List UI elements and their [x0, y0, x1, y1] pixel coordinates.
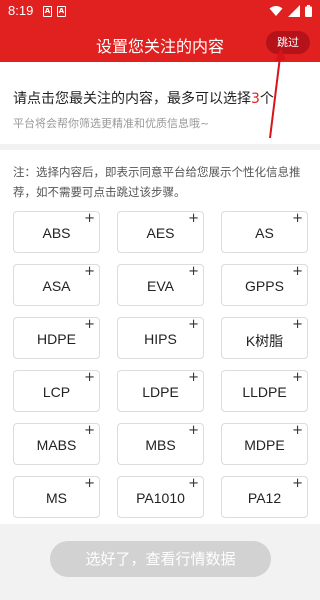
topic-chip[interactable]: EVA + — [117, 264, 204, 306]
topic-chip-label: K树脂 — [245, 333, 284, 349]
topic-chip[interactable]: LLDPE + — [221, 370, 308, 412]
plus-icon: + — [188, 264, 199, 279]
topic-chip-label: LLDPE — [242, 384, 287, 400]
topic-chip-label: HDPE — [37, 331, 76, 347]
app-header: 设置您关注的内容 跳过 — [0, 24, 320, 62]
status-time: 8:19 — [8, 3, 34, 18]
plus-icon: + — [84, 317, 95, 332]
topic-chip-label: MDPE — [244, 437, 285, 453]
plus-icon: + — [292, 370, 303, 385]
wifi-icon — [269, 6, 283, 16]
topic-chip-label: GPPS — [245, 278, 284, 294]
topic-chip-label: HIPS — [144, 331, 177, 347]
plus-icon: + — [84, 264, 95, 279]
intro-panel: 请点击您最关注的内容，最多可以选择3个 平台将会帮你筛选更精准和优质信息哦~ — [0, 62, 320, 144]
topic-chip[interactable]: AES + — [117, 211, 204, 253]
topic-chip[interactable]: MS + — [13, 476, 100, 518]
headline-prefix: 请点击您最关注的内容，最多可以选择 — [13, 91, 251, 107]
topic-chip[interactable]: HIPS + — [117, 317, 204, 359]
topic-chip-label: EVA — [147, 278, 174, 294]
notification-icon: A — [43, 6, 52, 17]
plus-icon: + — [84, 211, 95, 226]
plus-icon: + — [188, 317, 199, 332]
topic-chip-label: AS — [255, 225, 274, 241]
topic-chip-label: ASA — [42, 278, 71, 294]
plus-icon: + — [188, 211, 199, 226]
topic-chip-label: MBS — [145, 437, 176, 453]
topic-chip[interactable]: MABS + — [13, 423, 100, 465]
plus-icon: + — [292, 211, 303, 226]
topic-chip[interactable]: MDPE + — [221, 423, 308, 465]
topic-chip[interactable]: LDPE + — [117, 370, 204, 412]
notification-icon: A — [57, 6, 66, 17]
topic-chip[interactable]: PA1010 + — [117, 476, 204, 518]
plus-icon: + — [188, 423, 199, 438]
plus-icon: + — [84, 423, 95, 438]
skip-button[interactable]: 跳过 — [266, 31, 310, 54]
topic-chip[interactable]: K树脂 + — [221, 317, 308, 359]
plus-icon: + — [292, 476, 303, 491]
status-icons — [269, 5, 312, 17]
topic-chip[interactable]: ABS + — [13, 211, 100, 253]
topic-chip-label: PA1010 — [136, 490, 185, 506]
topic-panel: 注：选择内容后，即表示同意平台给您展示个性化信息推荐，如不需要可点击跳过该步骤。… — [0, 150, 320, 524]
topic-chip-label: AES — [146, 225, 175, 241]
plus-icon: + — [188, 476, 199, 491]
topic-chip[interactable]: PA12 + — [221, 476, 308, 518]
topic-chip[interactable]: LCP + — [13, 370, 100, 412]
signal-icon — [288, 5, 300, 17]
max-count: 3 — [251, 91, 260, 107]
plus-icon: + — [84, 476, 95, 491]
footer-bar: 选好了，查看行情数据 — [0, 524, 320, 600]
topic-chip[interactable]: MBS + — [117, 423, 204, 465]
plus-icon: + — [188, 370, 199, 385]
topic-chip-label: LCP — [42, 384, 71, 400]
headline-suffix: 个 — [259, 91, 274, 107]
topic-chip-label: LDPE — [142, 384, 179, 400]
battery-icon — [305, 5, 312, 17]
plus-icon: + — [84, 370, 95, 385]
topic-chip-label: MS — [46, 490, 67, 506]
confirm-button[interactable]: 选好了，查看行情数据 — [50, 541, 271, 577]
topic-chip[interactable]: GPPS + — [221, 264, 308, 306]
topic-chip-label: PA12 — [247, 490, 282, 506]
plus-icon: + — [292, 264, 303, 279]
privacy-note: 注：选择内容后，即表示同意平台给您展示个性化信息推荐，如不需要可点击跳过该步骤。 — [13, 165, 301, 199]
topic-chip[interactable]: AS + — [221, 211, 308, 253]
intro-headline: 请点击您最关注的内容，最多可以选择3个 — [13, 88, 274, 108]
intro-subtitle: 平台将会帮你筛选更精准和优质信息哦~ — [13, 117, 210, 130]
status-bar: 8:19 A A — [0, 0, 320, 24]
topic-chip[interactable]: HDPE + — [13, 317, 100, 359]
plus-icon: + — [292, 423, 303, 438]
plus-icon: + — [292, 317, 303, 332]
topic-chip-label: MABS — [36, 437, 77, 453]
topic-chip[interactable]: ASA + — [13, 264, 100, 306]
topic-chip-label: ABS — [42, 225, 71, 241]
